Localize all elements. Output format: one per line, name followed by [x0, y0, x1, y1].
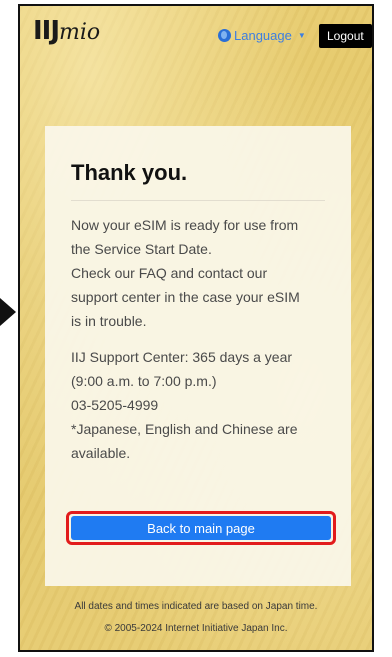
footer-copyright: © 2005-2024 Internet Initiative Japan In… — [104, 623, 288, 634]
message-line: Check our FAQ and contact our — [71, 265, 268, 281]
logo-script-text: mio — [59, 20, 101, 45]
divider — [71, 200, 325, 201]
caret-down-icon: ▼ — [297, 31, 306, 40]
highlight-outline: Back to main page — [66, 511, 336, 545]
support-line: *Japanese, English and Chinese are — [71, 421, 298, 437]
pointer-arrow-icon — [0, 298, 16, 326]
support-center-info: IIJ Support Center: 365 days a year (9:0… — [71, 345, 325, 465]
page-title: Thank you. — [71, 160, 188, 185]
phone-frame: IIJmio Language ▼ Logout Thank you. Now … — [18, 4, 374, 652]
iijmio-logo[interactable]: IIJmio — [33, 16, 100, 46]
support-line: (9:00 a.m. to 7:00 p.m.) — [71, 373, 217, 389]
language-dropdown[interactable]: Language ▼ — [218, 28, 306, 43]
logo-bold-text: IIJ — [33, 16, 60, 46]
footer-timezone-note: All dates and times indicated are based … — [74, 601, 318, 612]
support-line: available. — [71, 445, 131, 461]
message-line: the Service Start Date. — [71, 241, 212, 257]
footer: All dates and times indicated are based … — [20, 596, 372, 640]
logout-button[interactable]: Logout — [319, 24, 372, 48]
header: IIJmio Language ▼ Logout — [20, 6, 372, 66]
message-line: is in trouble. — [71, 313, 147, 329]
globe-icon — [218, 29, 231, 42]
language-label: Language — [234, 28, 292, 43]
esim-ready-message: Now your eSIM is ready for use from the … — [71, 213, 325, 333]
support-phone: 03-5205-4999 — [71, 397, 159, 413]
support-line: IIJ Support Center: 365 days a year — [71, 349, 293, 365]
message-line: Now your eSIM is ready for use from — [71, 217, 299, 233]
message-line: support center in the case your eSIM — [71, 289, 300, 305]
back-to-main-page-button[interactable]: Back to main page — [71, 516, 331, 540]
thank-you-card: Thank you. Now your eSIM is ready for us… — [45, 126, 351, 586]
